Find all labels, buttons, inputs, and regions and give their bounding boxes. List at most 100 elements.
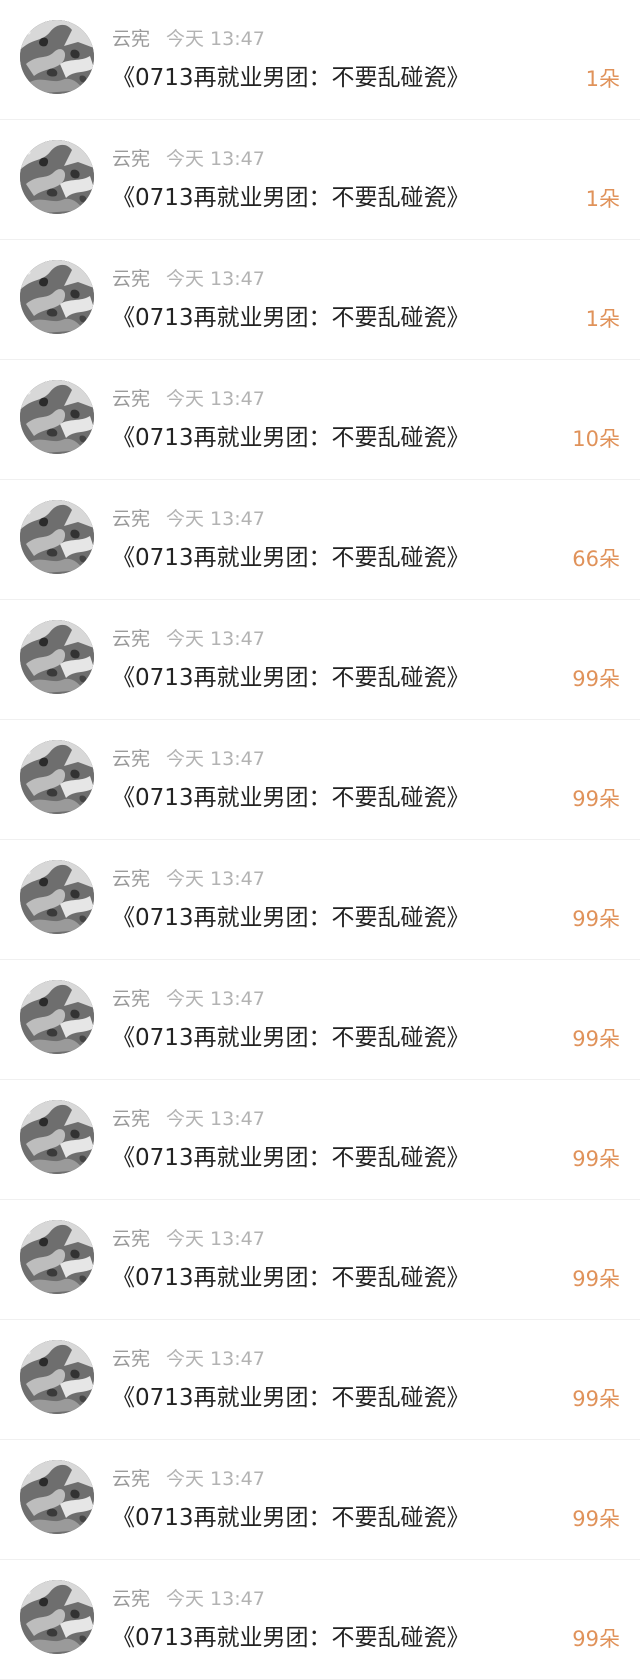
- timestamp: 今天 13:47: [166, 1108, 265, 1130]
- item-meta: 云宪 今天 13:47: [112, 26, 265, 52]
- flower-count: 99朵: [572, 1627, 620, 1651]
- avatar-image-icon: [20, 140, 94, 214]
- item-meta: 云宪 今天 13:47: [112, 386, 265, 412]
- user-name[interactable]: 云宪: [112, 268, 150, 290]
- item-title: 《0713再就业男团：不要乱碰瓷》: [112, 905, 470, 931]
- user-avatar[interactable]: [20, 140, 94, 214]
- flower-count: 99朵: [572, 667, 620, 691]
- list-item[interactable]: 云宪 今天 13:47 《0713再就业男团：不要乱碰瓷》 1朵: [0, 0, 640, 120]
- item-title: 《0713再就业男团：不要乱碰瓷》: [112, 1145, 470, 1171]
- list-item[interactable]: 云宪 今天 13:47 《0713再就业男团：不要乱碰瓷》 99朵: [0, 1320, 640, 1440]
- timestamp: 今天 13:47: [166, 28, 265, 50]
- item-meta: 云宪 今天 13:47: [112, 266, 265, 292]
- user-avatar[interactable]: [20, 1580, 94, 1654]
- flower-count: 99朵: [572, 1387, 620, 1411]
- user-name[interactable]: 云宪: [112, 1348, 150, 1370]
- avatar-image-icon: [20, 620, 94, 694]
- item-meta: 云宪 今天 13:47: [112, 1586, 265, 1612]
- user-avatar[interactable]: [20, 1100, 94, 1174]
- avatar-image-icon: [20, 740, 94, 814]
- avatar-image-icon: [20, 1580, 94, 1654]
- item-meta: 云宪 今天 13:47: [112, 986, 265, 1012]
- item-title: 《0713再就业男团：不要乱碰瓷》: [112, 785, 470, 811]
- user-avatar[interactable]: [20, 1340, 94, 1414]
- item-meta: 云宪 今天 13:47: [112, 866, 265, 892]
- flower-count: 99朵: [572, 907, 620, 931]
- item-meta: 云宪 今天 13:47: [112, 506, 265, 532]
- item-meta: 云宪 今天 13:47: [112, 146, 265, 172]
- timestamp: 今天 13:47: [166, 508, 265, 530]
- flower-count: 99朵: [572, 1507, 620, 1531]
- avatar-image-icon: [20, 860, 94, 934]
- list-item[interactable]: 云宪 今天 13:47 《0713再就业男团：不要乱碰瓷》 99朵: [0, 1200, 640, 1320]
- avatar-image-icon: [20, 380, 94, 454]
- item-title: 《0713再就业男团：不要乱碰瓷》: [112, 185, 470, 211]
- item-title: 《0713再就业男团：不要乱碰瓷》: [112, 425, 470, 451]
- user-name[interactable]: 云宪: [112, 1588, 150, 1610]
- user-avatar[interactable]: [20, 500, 94, 574]
- user-name[interactable]: 云宪: [112, 508, 150, 530]
- list-item[interactable]: 云宪 今天 13:47 《0713再就业男团：不要乱碰瓷》 99朵: [0, 960, 640, 1080]
- user-avatar[interactable]: [20, 740, 94, 814]
- item-meta: 云宪 今天 13:47: [112, 1466, 265, 1492]
- user-name[interactable]: 云宪: [112, 868, 150, 890]
- user-name[interactable]: 云宪: [112, 1228, 150, 1250]
- user-avatar[interactable]: [20, 20, 94, 94]
- flower-count: 66朵: [572, 547, 620, 571]
- item-title: 《0713再就业男团：不要乱碰瓷》: [112, 1505, 470, 1531]
- user-name[interactable]: 云宪: [112, 28, 150, 50]
- list-item[interactable]: 云宪 今天 13:47 《0713再就业男团：不要乱碰瓷》 1朵: [0, 240, 640, 360]
- user-avatar[interactable]: [20, 860, 94, 934]
- timestamp: 今天 13:47: [166, 1348, 265, 1370]
- avatar-image-icon: [20, 1460, 94, 1534]
- user-name[interactable]: 云宪: [112, 748, 150, 770]
- timestamp: 今天 13:47: [166, 628, 265, 650]
- flower-count: 1朵: [585, 187, 620, 211]
- item-meta: 云宪 今天 13:47: [112, 746, 265, 772]
- list-item[interactable]: 云宪 今天 13:47 《0713再就业男团：不要乱碰瓷》 66朵: [0, 480, 640, 600]
- item-meta: 云宪 今天 13:47: [112, 626, 265, 652]
- list-item[interactable]: 云宪 今天 13:47 《0713再就业男团：不要乱碰瓷》 99朵: [0, 600, 640, 720]
- flower-count: 10朵: [572, 427, 620, 451]
- list-item[interactable]: 云宪 今天 13:47 《0713再就业男团：不要乱碰瓷》 1朵: [0, 120, 640, 240]
- item-title: 《0713再就业男团：不要乱碰瓷》: [112, 1265, 470, 1291]
- item-title: 《0713再就业男团：不要乱碰瓷》: [112, 1625, 470, 1651]
- list-item[interactable]: 云宪 今天 13:47 《0713再就业男团：不要乱碰瓷》 99朵: [0, 1440, 640, 1560]
- user-name[interactable]: 云宪: [112, 148, 150, 170]
- avatar-image-icon: [20, 1340, 94, 1414]
- avatar-image-icon: [20, 1100, 94, 1174]
- user-name[interactable]: 云宪: [112, 388, 150, 410]
- user-name[interactable]: 云宪: [112, 1468, 150, 1490]
- timestamp: 今天 13:47: [166, 148, 265, 170]
- user-avatar[interactable]: [20, 260, 94, 334]
- list-item[interactable]: 云宪 今天 13:47 《0713再就业男团：不要乱碰瓷》 99朵: [0, 720, 640, 840]
- user-avatar[interactable]: [20, 1220, 94, 1294]
- gift-record-list: 云宪 今天 13:47 《0713再就业男团：不要乱碰瓷》 1朵 云宪 今天 13:…: [0, 0, 640, 1680]
- item-title: 《0713再就业男团：不要乱碰瓷》: [112, 1385, 470, 1411]
- item-title: 《0713再就业男团：不要乱碰瓷》: [112, 665, 470, 691]
- timestamp: 今天 13:47: [166, 988, 265, 1010]
- avatar-image-icon: [20, 20, 94, 94]
- user-avatar[interactable]: [20, 980, 94, 1054]
- item-title: 《0713再就业男团：不要乱碰瓷》: [112, 1025, 470, 1051]
- item-meta: 云宪 今天 13:47: [112, 1106, 265, 1132]
- flower-count: 99朵: [572, 787, 620, 811]
- item-title: 《0713再就业男团：不要乱碰瓷》: [112, 65, 470, 91]
- item-meta: 云宪 今天 13:47: [112, 1226, 265, 1252]
- list-item[interactable]: 云宪 今天 13:47 《0713再就业男团：不要乱碰瓷》 10朵: [0, 360, 640, 480]
- avatar-image-icon: [20, 1220, 94, 1294]
- item-meta: 云宪 今天 13:47: [112, 1346, 265, 1372]
- flower-count: 1朵: [585, 307, 620, 331]
- list-item[interactable]: 云宪 今天 13:47 《0713再就业男团：不要乱碰瓷》 99朵: [0, 1080, 640, 1200]
- user-avatar[interactable]: [20, 380, 94, 454]
- avatar-image-icon: [20, 260, 94, 334]
- list-item[interactable]: 云宪 今天 13:47 《0713再就业男团：不要乱碰瓷》 99朵: [0, 840, 640, 960]
- user-name[interactable]: 云宪: [112, 1108, 150, 1130]
- user-avatar[interactable]: [20, 620, 94, 694]
- user-name[interactable]: 云宪: [112, 628, 150, 650]
- list-item[interactable]: 云宪 今天 13:47 《0713再就业男团：不要乱碰瓷》 99朵: [0, 1560, 640, 1680]
- user-avatar[interactable]: [20, 1460, 94, 1534]
- timestamp: 今天 13:47: [166, 1228, 265, 1250]
- user-name[interactable]: 云宪: [112, 988, 150, 1010]
- timestamp: 今天 13:47: [166, 748, 265, 770]
